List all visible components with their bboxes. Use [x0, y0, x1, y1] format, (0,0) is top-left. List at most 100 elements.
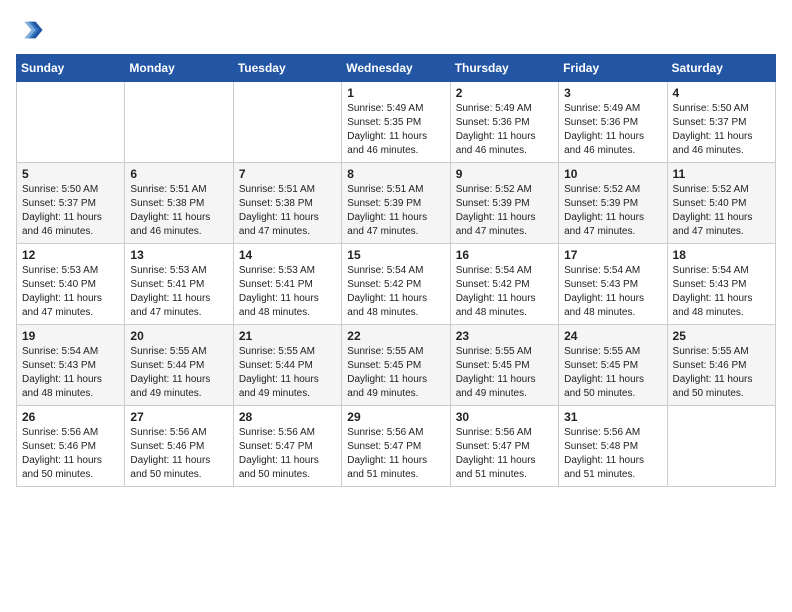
calendar-day-cell: 19 Sunrise: 5:54 AM Sunset: 5:43 PM Dayli… [17, 325, 125, 406]
day-info: Sunrise: 5:53 AM Sunset: 5:41 PM Dayligh… [130, 264, 227, 320]
day-number: 12 [22, 248, 119, 262]
day-info: Sunrise: 5:55 AM Sunset: 5:46 PM Dayligh… [673, 345, 770, 401]
day-number: 24 [564, 329, 661, 343]
day-info: Sunrise: 5:55 AM Sunset: 5:44 PM Dayligh… [239, 345, 336, 401]
day-info: Sunrise: 5:55 AM Sunset: 5:44 PM Dayligh… [130, 345, 227, 401]
calendar-week-row: 5Sunrise: 5:50 AM Sunset: 5:37 PM Daylig… [17, 163, 776, 244]
day-info: Sunrise: 5:49 AM Sunset: 5:35 PM Dayligh… [347, 102, 444, 158]
calendar-day-cell: 11 Sunrise: 5:52 AM Sunset: 5:40 PM Dayli… [667, 163, 775, 244]
day-info: Sunrise: 5:51 AM Sunset: 5:38 PM Dayligh… [239, 183, 336, 239]
day-info: Sunrise: 5:51 AM Sunset: 5:38 PM Dayligh… [130, 183, 227, 239]
calendar-header: SundayMondayTuesdayWednesdayThursdayFrid… [17, 55, 776, 82]
day-of-week-header: Sunday [17, 55, 125, 82]
calendar-day-cell: 17 Sunrise: 5:54 AM Sunset: 5:43 PM Dayli… [559, 244, 667, 325]
day-info: Sunrise: 5:55 AM Sunset: 5:45 PM Dayligh… [456, 345, 553, 401]
calendar-day-cell: 26 Sunrise: 5:56 AM Sunset: 5:46 PM Dayli… [17, 406, 125, 487]
calendar-day-cell: 23Sunrise: 5:55 AM Sunset: 5:45 PM Dayli… [450, 325, 558, 406]
calendar-day-cell: 27Sunrise: 5:56 AM Sunset: 5:46 PM Dayli… [125, 406, 233, 487]
day-of-week-header: Tuesday [233, 55, 341, 82]
calendar-day-cell [17, 82, 125, 163]
calendar-day-cell: 29Sunrise: 5:56 AM Sunset: 5:47 PM Dayli… [342, 406, 450, 487]
calendar-day-cell [233, 82, 341, 163]
calendar-week-row: 26 Sunrise: 5:56 AM Sunset: 5:46 PM Dayli… [17, 406, 776, 487]
day-number: 3 [564, 86, 661, 100]
day-info: Sunrise: 5:55 AM Sunset: 5:45 PM Dayligh… [564, 345, 661, 401]
day-number: 10 [564, 167, 661, 181]
day-info: Sunrise: 5:56 AM Sunset: 5:48 PM Dayligh… [564, 426, 661, 482]
calendar-day-cell: 1 Sunrise: 5:49 AM Sunset: 5:35 PM Daylig… [342, 82, 450, 163]
calendar-day-cell [125, 82, 233, 163]
calendar-day-cell: 18 Sunrise: 5:54 AM Sunset: 5:43 PM Dayli… [667, 244, 775, 325]
calendar-day-cell: 9 Sunrise: 5:52 AM Sunset: 5:39 PM Daylig… [450, 163, 558, 244]
day-number: 7 [239, 167, 336, 181]
calendar-day-cell: 21 Sunrise: 5:55 AM Sunset: 5:44 PM Dayli… [233, 325, 341, 406]
calendar-body: 1 Sunrise: 5:49 AM Sunset: 5:35 PM Daylig… [17, 82, 776, 487]
calendar-week-row: 19 Sunrise: 5:54 AM Sunset: 5:43 PM Dayli… [17, 325, 776, 406]
day-number: 6 [130, 167, 227, 181]
day-number: 13 [130, 248, 227, 262]
day-number: 14 [239, 248, 336, 262]
day-info: Sunrise: 5:52 AM Sunset: 5:39 PM Dayligh… [456, 183, 553, 239]
calendar-day-cell: 14 Sunrise: 5:53 AM Sunset: 5:41 PM Dayli… [233, 244, 341, 325]
calendar-day-cell: 24 Sunrise: 5:55 AM Sunset: 5:45 PM Dayli… [559, 325, 667, 406]
day-number: 5 [22, 167, 119, 181]
calendar-day-cell: 22 Sunrise: 5:55 AM Sunset: 5:45 PM Dayli… [342, 325, 450, 406]
day-info: Sunrise: 5:56 AM Sunset: 5:46 PM Dayligh… [22, 426, 119, 482]
calendar-day-cell: 28 Sunrise: 5:56 AM Sunset: 5:47 PM Dayli… [233, 406, 341, 487]
day-number: 16 [456, 248, 553, 262]
calendar-day-cell: 16 Sunrise: 5:54 AM Sunset: 5:42 PM Dayli… [450, 244, 558, 325]
calendar-day-cell: 31Sunrise: 5:56 AM Sunset: 5:48 PM Dayli… [559, 406, 667, 487]
day-of-week-header: Wednesday [342, 55, 450, 82]
day-number: 22 [347, 329, 444, 343]
calendar-day-cell: 25 Sunrise: 5:55 AM Sunset: 5:46 PM Dayli… [667, 325, 775, 406]
day-number: 18 [673, 248, 770, 262]
day-number: 15 [347, 248, 444, 262]
day-of-week-header: Monday [125, 55, 233, 82]
day-info: Sunrise: 5:49 AM Sunset: 5:36 PM Dayligh… [564, 102, 661, 158]
day-of-week-header: Friday [559, 55, 667, 82]
day-info: Sunrise: 5:53 AM Sunset: 5:41 PM Dayligh… [239, 264, 336, 320]
day-number: 25 [673, 329, 770, 343]
day-number: 11 [673, 167, 770, 181]
calendar-day-cell: 10 Sunrise: 5:52 AM Sunset: 5:39 PM Dayli… [559, 163, 667, 244]
calendar-day-cell: 15 Sunrise: 5:54 AM Sunset: 5:42 PM Dayli… [342, 244, 450, 325]
day-number: 2 [456, 86, 553, 100]
calendar-day-cell: 4 Sunrise: 5:50 AM Sunset: 5:37 PM Daylig… [667, 82, 775, 163]
day-number: 17 [564, 248, 661, 262]
day-number: 28 [239, 410, 336, 424]
day-info: Sunrise: 5:56 AM Sunset: 5:47 PM Dayligh… [347, 426, 444, 482]
calendar-day-cell: 5Sunrise: 5:50 AM Sunset: 5:37 PM Daylig… [17, 163, 125, 244]
day-number: 20 [130, 329, 227, 343]
day-info: Sunrise: 5:56 AM Sunset: 5:47 PM Dayligh… [239, 426, 336, 482]
calendar-day-cell: 7 Sunrise: 5:51 AM Sunset: 5:38 PM Daylig… [233, 163, 341, 244]
day-number: 19 [22, 329, 119, 343]
calendar-week-row: 12Sunrise: 5:53 AM Sunset: 5:40 PM Dayli… [17, 244, 776, 325]
day-number: 4 [673, 86, 770, 100]
calendar-day-cell: 30Sunrise: 5:56 AM Sunset: 5:47 PM Dayli… [450, 406, 558, 487]
day-info: Sunrise: 5:50 AM Sunset: 5:37 PM Dayligh… [673, 102, 770, 158]
day-number: 1 [347, 86, 444, 100]
day-number: 8 [347, 167, 444, 181]
calendar-day-cell: 20 Sunrise: 5:55 AM Sunset: 5:44 PM Dayli… [125, 325, 233, 406]
day-info: Sunrise: 5:54 AM Sunset: 5:42 PM Dayligh… [347, 264, 444, 320]
day-info: Sunrise: 5:49 AM Sunset: 5:36 PM Dayligh… [456, 102, 553, 158]
day-info: Sunrise: 5:55 AM Sunset: 5:45 PM Dayligh… [347, 345, 444, 401]
day-info: Sunrise: 5:52 AM Sunset: 5:40 PM Dayligh… [673, 183, 770, 239]
day-info: Sunrise: 5:54 AM Sunset: 5:42 PM Dayligh… [456, 264, 553, 320]
logo [16, 16, 48, 44]
calendar-day-cell: 6 Sunrise: 5:51 AM Sunset: 5:38 PM Daylig… [125, 163, 233, 244]
day-number: 9 [456, 167, 553, 181]
day-number: 26 [22, 410, 119, 424]
day-of-week-header: Saturday [667, 55, 775, 82]
calendar-day-cell: 2 Sunrise: 5:49 AM Sunset: 5:36 PM Daylig… [450, 82, 558, 163]
day-of-week-header: Thursday [450, 55, 558, 82]
day-info: Sunrise: 5:54 AM Sunset: 5:43 PM Dayligh… [564, 264, 661, 320]
day-info: Sunrise: 5:54 AM Sunset: 5:43 PM Dayligh… [673, 264, 770, 320]
calendar-table: SundayMondayTuesdayWednesdayThursdayFrid… [16, 54, 776, 487]
calendar-day-cell: 8Sunrise: 5:51 AM Sunset: 5:39 PM Daylig… [342, 163, 450, 244]
day-info: Sunrise: 5:52 AM Sunset: 5:39 PM Dayligh… [564, 183, 661, 239]
calendar-week-row: 1 Sunrise: 5:49 AM Sunset: 5:35 PM Daylig… [17, 82, 776, 163]
calendar-day-cell [667, 406, 775, 487]
day-info: Sunrise: 5:54 AM Sunset: 5:43 PM Dayligh… [22, 345, 119, 401]
day-number: 21 [239, 329, 336, 343]
